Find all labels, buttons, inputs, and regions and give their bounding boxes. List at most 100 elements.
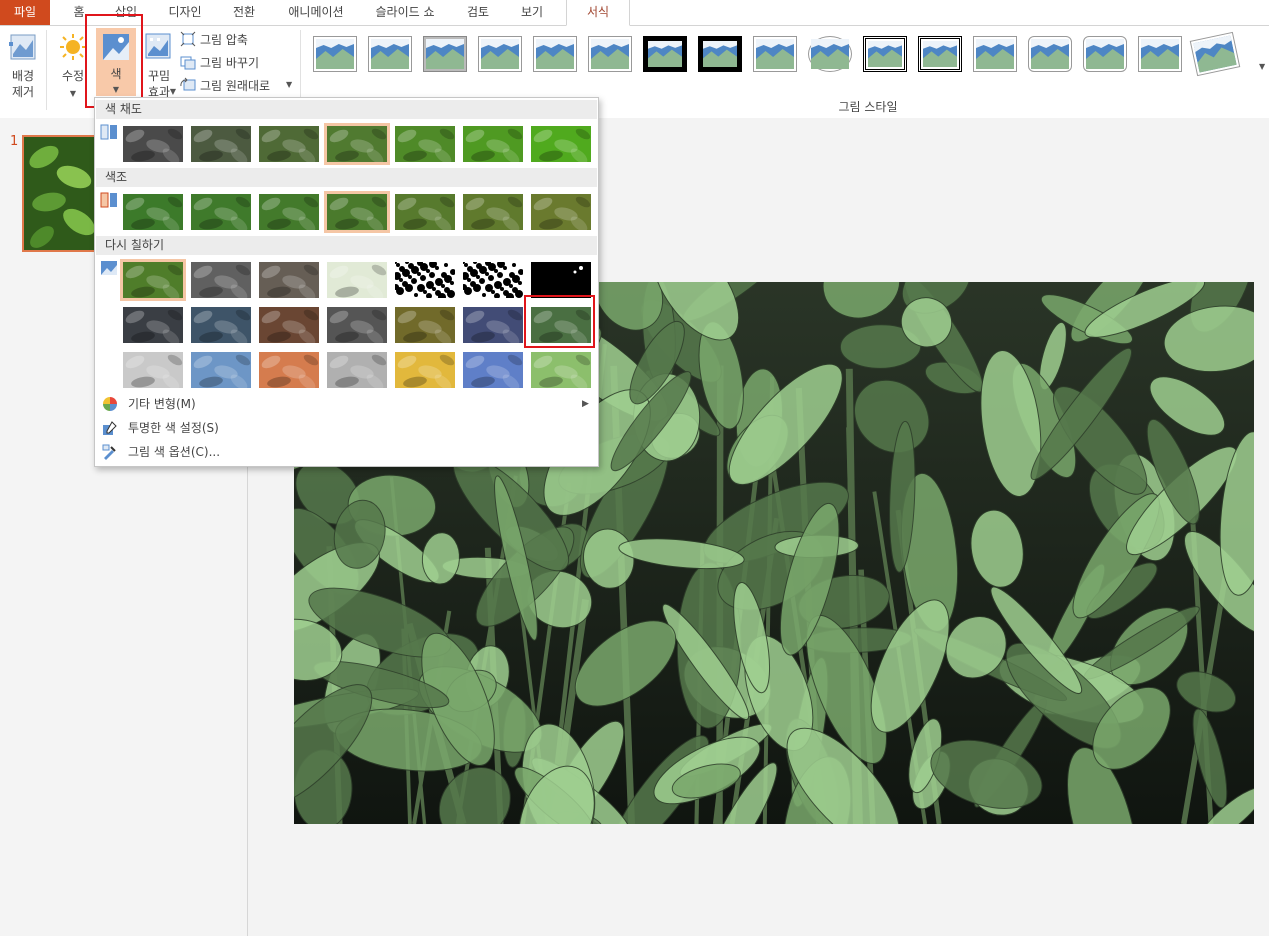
- swatch-preview: [395, 352, 455, 388]
- tab-4[interactable]: 전환: [222, 0, 266, 25]
- landscape-thumbnail-icon: [703, 41, 737, 67]
- picture-style-option[interactable]: [1083, 36, 1127, 72]
- chevron-right-icon: ▶: [582, 399, 589, 409]
- landscape-thumbnail-icon: [1193, 35, 1237, 73]
- color-swatch[interactable]: [259, 126, 319, 162]
- swatch-preview: [123, 262, 183, 298]
- tab-6[interactable]: 슬라이드 쇼: [364, 0, 446, 25]
- swatch-preview: [395, 262, 455, 298]
- tab-8[interactable]: 보기: [510, 0, 554, 25]
- picture-style-option[interactable]: [1138, 36, 1182, 72]
- color-swatch[interactable]: [120, 259, 186, 301]
- color-swatch[interactable]: [395, 194, 455, 230]
- color-swatch[interactable]: [531, 352, 591, 388]
- color-swatch[interactable]: [463, 126, 523, 162]
- color-swatch[interactable]: [463, 194, 523, 230]
- change-picture-button[interactable]: 그림 바꾸기: [180, 52, 290, 72]
- compress-pictures-label: 그림 압축: [200, 33, 248, 47]
- tab-0[interactable]: 파일: [0, 0, 50, 25]
- tab-7[interactable]: 검토: [456, 0, 500, 25]
- compress-icon: [180, 31, 196, 47]
- picture-style-option[interactable]: [1028, 36, 1072, 72]
- color-swatch[interactable]: [531, 194, 591, 230]
- picture-style-option[interactable]: [643, 36, 687, 72]
- color-swatch[interactable]: [463, 307, 523, 343]
- color-swatch[interactable]: [191, 194, 251, 230]
- picture-style-option[interactable]: [808, 36, 852, 72]
- set-transparent-color-label: 투명한 색 설정(S): [128, 421, 219, 435]
- color-swatch[interactable]: [123, 194, 183, 230]
- picture-style-option[interactable]: [698, 36, 742, 72]
- swatch-preview: [191, 307, 251, 343]
- gallery-scroll-button[interactable]: ▼: [1258, 62, 1269, 74]
- landscape-thumbnail-icon: [1086, 39, 1124, 69]
- color-swatch[interactable]: [463, 352, 523, 388]
- picture-style-option[interactable]: [1189, 31, 1241, 77]
- chevron-down-icon: ▼: [286, 80, 293, 89]
- swatch-preview: [463, 126, 523, 162]
- picture-style-option[interactable]: [423, 36, 467, 72]
- artistic-effects-button[interactable]: 꾸밈 효과 ▼: [142, 30, 176, 99]
- swatch-preview: [531, 352, 591, 388]
- recolor-icon: [101, 261, 117, 275]
- picture-style-option[interactable]: [313, 36, 357, 72]
- color-swatch[interactable]: [324, 123, 390, 165]
- compress-pictures-button[interactable]: 그림 압축: [180, 29, 290, 49]
- recolor-header: 다시 칠하기: [96, 236, 597, 255]
- color-swatch[interactable]: [123, 307, 183, 343]
- color-swatch[interactable]: [327, 307, 387, 343]
- color-swatch[interactable]: [191, 126, 251, 162]
- color-swatch[interactable]: [123, 352, 183, 388]
- swatch-preview: [259, 126, 319, 162]
- color-button-highlight: [85, 14, 143, 108]
- picture-style-option[interactable]: [478, 36, 522, 72]
- color-swatch[interactable]: [327, 352, 387, 388]
- color-swatch[interactable]: [191, 307, 251, 343]
- reset-picture-button[interactable]: 그림 원래대로 ▼: [180, 75, 295, 95]
- picture-style-option[interactable]: [973, 36, 1017, 72]
- set-transparent-color-icon: [103, 421, 117, 435]
- color-swatch[interactable]: [463, 262, 523, 298]
- color-tone-header: 색조: [96, 168, 597, 187]
- picture-style-option[interactable]: [368, 36, 412, 72]
- change-picture-label: 그림 바꾸기: [200, 56, 260, 70]
- swatch-preview: [123, 352, 183, 388]
- color-swatch[interactable]: [531, 126, 591, 162]
- picture-style-option[interactable]: [918, 36, 962, 72]
- landscape-thumbnail-icon: [868, 41, 902, 67]
- picture-style-option[interactable]: [863, 36, 907, 72]
- swatch-preview: [531, 262, 591, 298]
- swatch-preview: [191, 352, 251, 388]
- color-swatch[interactable]: [395, 352, 455, 388]
- swatch-preview: [327, 194, 387, 230]
- color-swatch[interactable]: [123, 126, 183, 162]
- picture-color-options-item[interactable]: 그림 색 옵션(C)...: [96, 441, 597, 463]
- color-swatch[interactable]: [395, 262, 455, 298]
- swatch-preview: [259, 307, 319, 343]
- color-swatch[interactable]: [395, 126, 455, 162]
- slide-thumbnail[interactable]: [22, 135, 98, 252]
- picture-style-option[interactable]: [753, 36, 797, 72]
- color-swatch[interactable]: [531, 262, 591, 298]
- color-swatch[interactable]: [259, 194, 319, 230]
- color-swatch[interactable]: [259, 352, 319, 388]
- color-swatch[interactable]: [191, 352, 251, 388]
- color-swatch[interactable]: [259, 262, 319, 298]
- tab-3[interactable]: 디자인: [160, 0, 210, 25]
- remove-background-button[interactable]: 배경 제거: [6, 30, 40, 99]
- color-swatch[interactable]: [191, 262, 251, 298]
- landscape-thumbnail-icon: [591, 39, 629, 69]
- color-swatch[interactable]: [327, 262, 387, 298]
- swatch-preview: [327, 126, 387, 162]
- tab-9[interactable]: 서식: [566, 0, 630, 26]
- picture-style-option[interactable]: [533, 36, 577, 72]
- color-swatch[interactable]: [395, 307, 455, 343]
- picture-styles-gallery: [305, 26, 1269, 96]
- tab-5[interactable]: 애니메이션: [276, 0, 356, 25]
- chevron-down-icon: ▼: [69, 89, 77, 98]
- color-swatch[interactable]: [324, 191, 390, 233]
- set-transparent-color-item[interactable]: 투명한 색 설정(S): [96, 417, 597, 439]
- more-variations-item[interactable]: 기타 변형(M) ▶: [96, 393, 597, 415]
- color-swatch[interactable]: [259, 307, 319, 343]
- picture-style-option[interactable]: [588, 36, 632, 72]
